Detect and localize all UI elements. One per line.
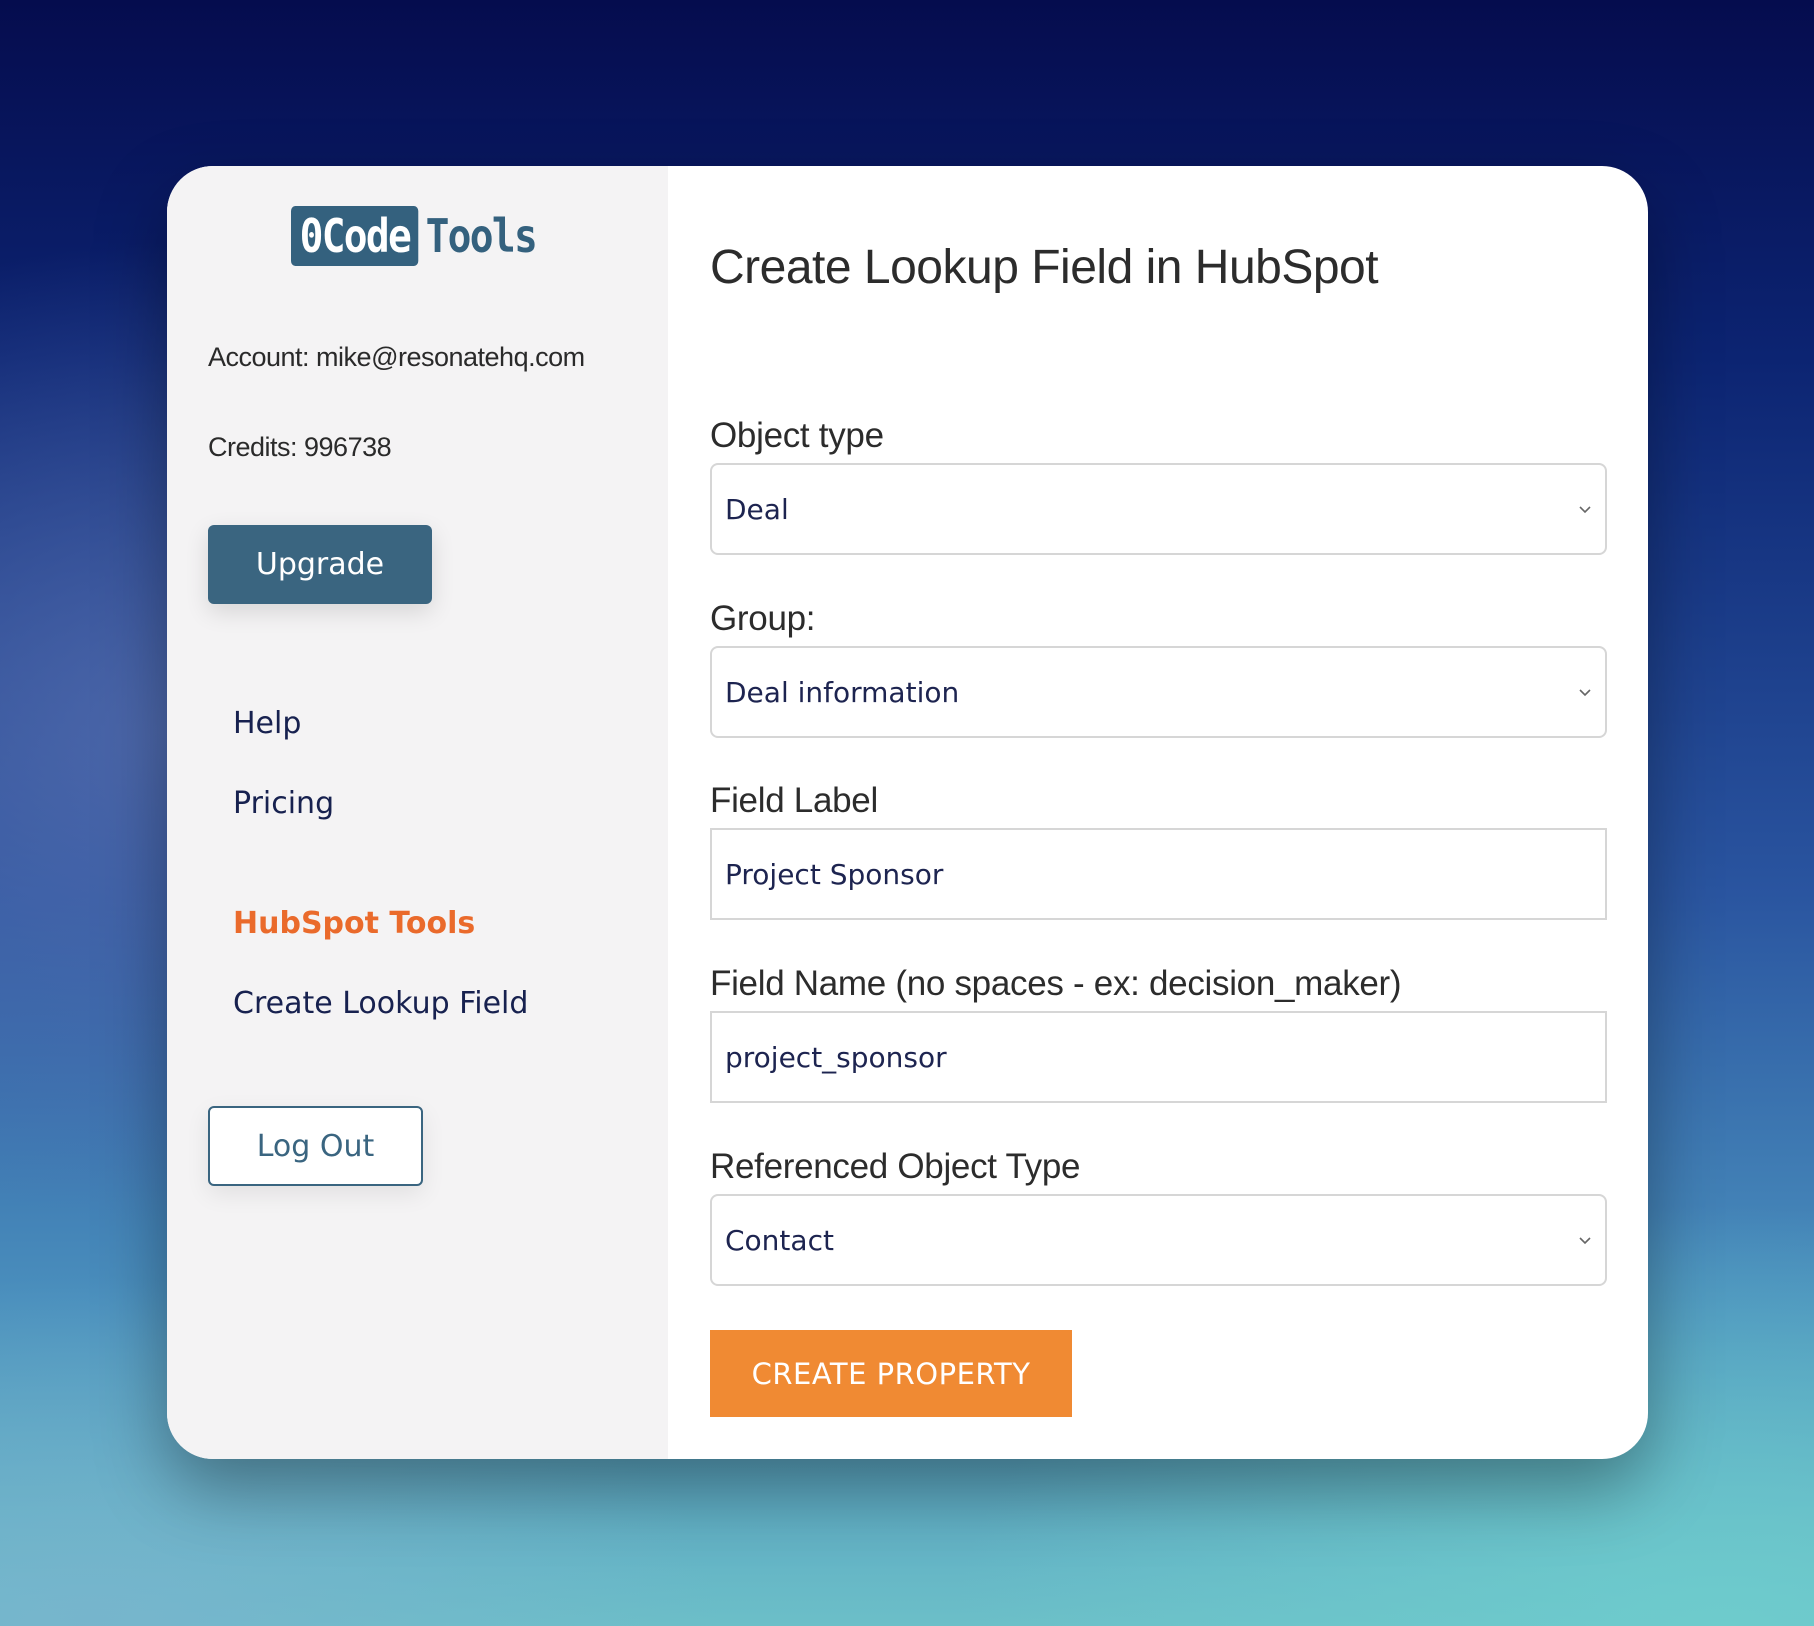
field-name-input[interactable]: project_sponsor (710, 1011, 1607, 1103)
account-email: Account: mike@resonatehq.com (208, 342, 585, 372)
logout-button[interactable]: Log Out (208, 1106, 423, 1186)
upgrade-button[interactable]: Upgrade (208, 525, 432, 604)
chevron-down-icon (1579, 1237, 1591, 1245)
field-label-input[interactable]: Project Sponsor (710, 828, 1607, 920)
page-title: Create Lookup Field in HubSpot (710, 241, 1379, 294)
group-select[interactable]: Deal information (710, 646, 1607, 738)
object-type-select[interactable]: Deal (710, 463, 1607, 555)
group-value: Deal information (725, 675, 960, 709)
field-label-value: Project Sponsor (725, 857, 944, 891)
group-label: Group: (710, 599, 816, 638)
chevron-down-icon (1579, 506, 1591, 514)
chevron-down-icon (1579, 689, 1591, 697)
create-property-button[interactable]: CREATE PROPERTY (710, 1330, 1072, 1417)
field-name-value: project_sponsor (725, 1040, 947, 1074)
object-type-value: Deal (725, 492, 789, 526)
referenced-object-type-label: Referenced Object Type (710, 1147, 1081, 1186)
main-content: Create Lookup Field in HubSpot Object ty… (668, 166, 1648, 1459)
logo[interactable]: 0Code Tools (291, 206, 538, 266)
nav-pricing-link[interactable]: Pricing (233, 786, 334, 821)
field-label-label: Field Label (710, 781, 878, 820)
sidebar: 0Code Tools Account: mike@resonatehq.com… (167, 166, 668, 1459)
nav-create-lookup-field-link[interactable]: Create Lookup Field (233, 986, 528, 1021)
credits-count: Credits: 996738 (208, 432, 392, 462)
logo-text: Tools (425, 209, 538, 263)
object-type-label: Object type (710, 416, 884, 455)
field-name-label: Field Name (no spaces - ex: decision_mak… (710, 964, 1402, 1003)
referenced-object-type-select[interactable]: Contact (710, 1194, 1607, 1286)
nav-section-hubspot-tools: HubSpot Tools (233, 906, 476, 941)
logo-box: 0Code (291, 206, 419, 266)
nav-help-link[interactable]: Help (233, 706, 301, 741)
referenced-object-type-value: Contact (725, 1223, 834, 1257)
app-window: 0Code Tools Account: mike@resonatehq.com… (167, 166, 1648, 1459)
